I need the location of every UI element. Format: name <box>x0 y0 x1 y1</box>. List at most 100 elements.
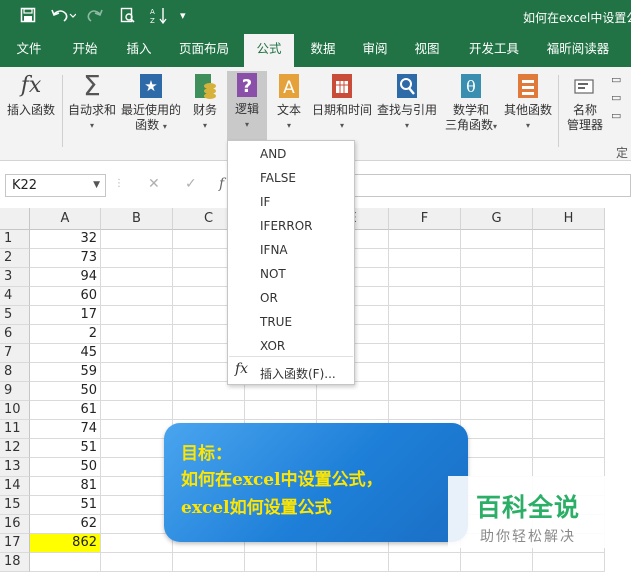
table-cell[interactable] <box>461 382 533 401</box>
datetime-button[interactable]: 日期和时间 ▾ <box>311 72 373 133</box>
cell-a11[interactable]: 74 <box>30 420 101 439</box>
table-cell[interactable] <box>101 534 173 553</box>
column-header-b[interactable]: B <box>101 208 173 230</box>
row-header[interactable]: 12 <box>0 439 30 458</box>
insert-function-button[interactable]: fx 插入函数 <box>3 72 59 118</box>
table-cell[interactable] <box>101 344 173 363</box>
save-icon[interactable] <box>20 7 36 27</box>
table-cell[interactable] <box>317 553 389 572</box>
tab-developer[interactable]: 开发工具 <box>462 34 526 67</box>
table-cell[interactable] <box>533 287 605 306</box>
table-cell[interactable] <box>101 382 173 401</box>
table-cell[interactable] <box>461 249 533 268</box>
table-cell[interactable] <box>533 439 605 458</box>
row-header[interactable]: 5 <box>0 306 30 325</box>
chevron-down-icon[interactable]: ▼ <box>93 175 100 196</box>
define-name-cutoff[interactable]: ▭ ▭ ▭ <box>611 73 631 127</box>
row-header[interactable]: 10 <box>0 401 30 420</box>
cell-a12[interactable]: 51 <box>30 439 101 458</box>
tab-home[interactable]: 开始 <box>60 34 110 67</box>
table-cell[interactable] <box>389 325 461 344</box>
table-cell[interactable] <box>389 249 461 268</box>
cell-a13[interactable]: 50 <box>30 458 101 477</box>
menu-item-ifna[interactable]: IFNA <box>260 243 288 257</box>
customize-icon[interactable]: ▾ <box>180 9 186 22</box>
row-header[interactable]: 1 <box>0 230 30 249</box>
row-header[interactable]: 4 <box>0 287 30 306</box>
table-cell[interactable] <box>101 268 173 287</box>
cell-a7[interactable]: 45 <box>30 344 101 363</box>
row-header[interactable]: 2 <box>0 249 30 268</box>
table-cell[interactable] <box>533 344 605 363</box>
column-header-g[interactable]: G <box>461 208 533 230</box>
table-cell[interactable] <box>101 439 173 458</box>
undo-icon[interactable] <box>50 7 77 27</box>
lookup-reference-button[interactable]: 查找与引用 ▾ <box>376 72 438 133</box>
table-cell[interactable] <box>101 515 173 534</box>
name-box[interactable]: K22 ▼ <box>5 174 106 197</box>
cell-a6[interactable]: 2 <box>30 325 101 344</box>
table-cell[interactable] <box>533 363 605 382</box>
table-cell[interactable] <box>389 230 461 249</box>
table-cell[interactable] <box>533 306 605 325</box>
tab-data[interactable]: 数据 <box>298 34 348 67</box>
row-header[interactable]: 14 <box>0 477 30 496</box>
table-cell[interactable] <box>101 420 173 439</box>
row-header[interactable]: 18 <box>0 553 30 572</box>
table-cell[interactable] <box>461 363 533 382</box>
row-header[interactable]: 8 <box>0 363 30 382</box>
table-cell[interactable] <box>101 477 173 496</box>
table-cell[interactable] <box>461 420 533 439</box>
more-functions-button[interactable]: 其他函数 ▾ <box>502 72 554 133</box>
cancel-icon[interactable]: ✕ <box>148 176 160 192</box>
menu-item-true[interactable]: TRUE <box>260 315 292 329</box>
tab-foxit-reader[interactable]: 福昕阅读器 <box>538 34 618 67</box>
redo-icon[interactable] <box>86 7 112 27</box>
tab-review[interactable]: 审阅 <box>350 34 400 67</box>
tab-view[interactable]: 视图 <box>402 34 452 67</box>
cell-a5[interactable]: 17 <box>30 306 101 325</box>
table-cell[interactable] <box>389 287 461 306</box>
column-header-a[interactable]: A <box>30 208 101 230</box>
table-cell[interactable] <box>461 553 533 572</box>
tab-page-layout[interactable]: 页面布局 <box>170 34 238 67</box>
fx-icon[interactable]: f <box>219 176 224 192</box>
table-cell[interactable] <box>101 496 173 515</box>
row-header[interactable]: 17 <box>0 534 30 553</box>
menu-item-xor[interactable]: XOR <box>260 339 285 353</box>
table-cell[interactable] <box>389 382 461 401</box>
table-cell[interactable] <box>461 230 533 249</box>
table-cell[interactable] <box>533 230 605 249</box>
cell-a10[interactable]: 61 <box>30 401 101 420</box>
table-cell[interactable] <box>533 268 605 287</box>
table-cell[interactable] <box>533 401 605 420</box>
table-cell[interactable] <box>245 401 317 420</box>
cell-a1[interactable]: 32 <box>30 230 101 249</box>
table-cell[interactable] <box>101 458 173 477</box>
table-cell[interactable] <box>101 230 173 249</box>
print-preview-icon[interactable] <box>120 7 136 28</box>
table-cell[interactable] <box>461 325 533 344</box>
tab-file[interactable]: 文件 <box>4 34 54 67</box>
table-cell[interactable] <box>389 306 461 325</box>
row-header[interactable]: 13 <box>0 458 30 477</box>
row-header[interactable]: 6 <box>0 325 30 344</box>
menu-item-not[interactable]: NOT <box>260 267 286 281</box>
cell-a15[interactable]: 51 <box>30 496 101 515</box>
table-cell[interactable] <box>317 401 389 420</box>
row-header[interactable]: 11 <box>0 420 30 439</box>
cell-a4[interactable]: 60 <box>30 287 101 306</box>
enter-icon[interactable]: ✓ <box>185 176 197 192</box>
menu-item-iferror[interactable]: IFERROR <box>260 219 312 233</box>
table-cell[interactable] <box>101 363 173 382</box>
table-cell[interactable] <box>461 439 533 458</box>
cell-a17[interactable]: 862 <box>30 534 101 553</box>
table-cell[interactable] <box>389 553 461 572</box>
table-cell[interactable] <box>533 249 605 268</box>
cell-a16[interactable]: 62 <box>30 515 101 534</box>
table-cell[interactable] <box>101 325 173 344</box>
table-cell[interactable] <box>101 401 173 420</box>
menu-item-if[interactable]: IF <box>260 195 270 209</box>
autosum-button[interactable]: Σ 自动求和 ▾ <box>66 72 118 133</box>
table-cell[interactable] <box>461 401 533 420</box>
